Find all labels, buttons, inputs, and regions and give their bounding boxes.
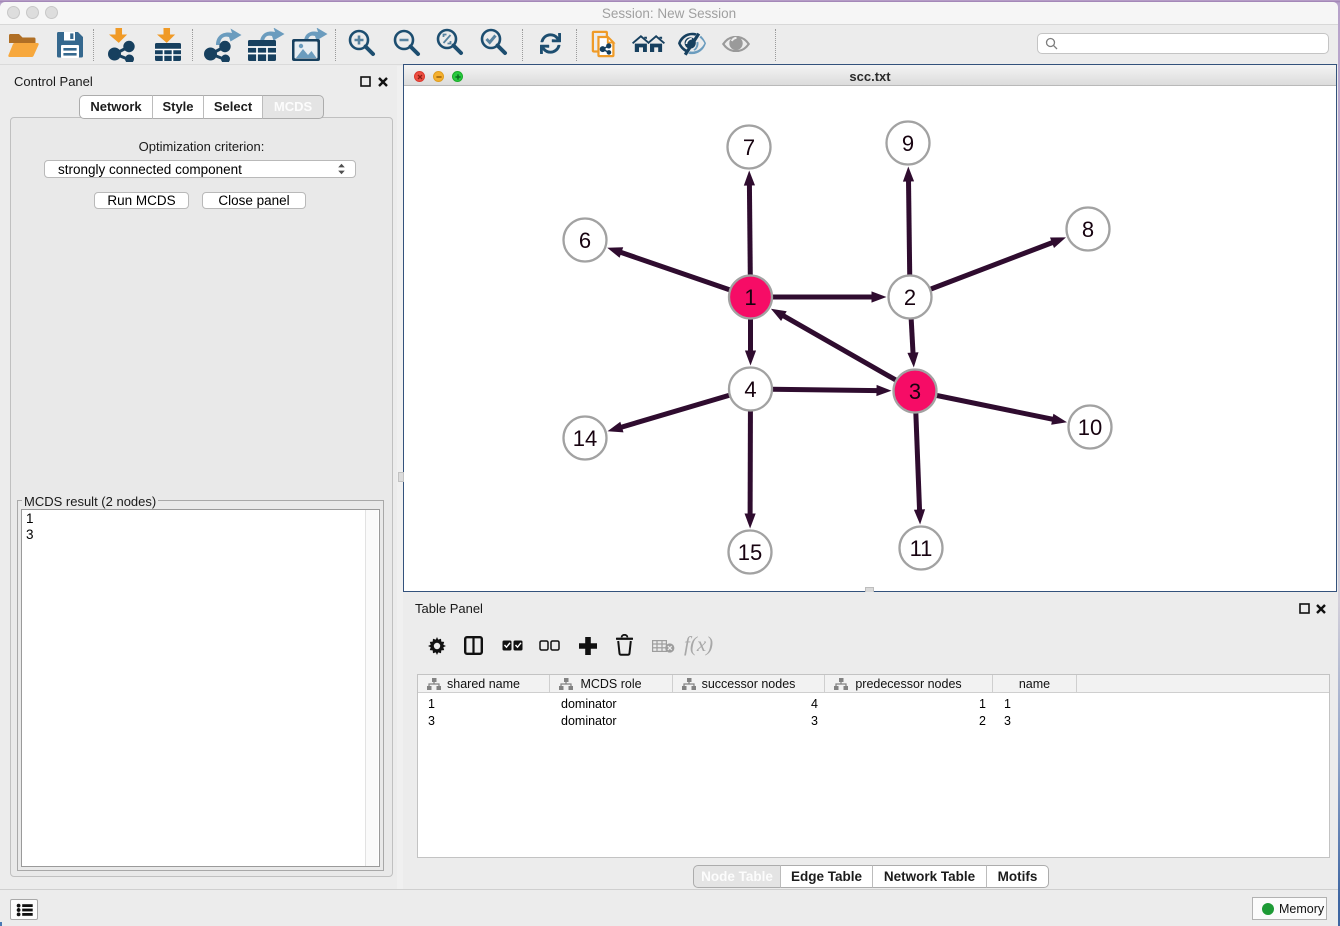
svg-text:10: 10: [1078, 415, 1102, 440]
svg-text:1: 1: [744, 285, 756, 310]
svg-text:8: 8: [1082, 217, 1094, 242]
svg-text:14: 14: [573, 426, 597, 451]
svg-text:9: 9: [902, 131, 914, 156]
svg-text:6: 6: [579, 228, 591, 253]
svg-text:2: 2: [904, 285, 916, 310]
svg-text:3: 3: [909, 379, 921, 404]
svg-text:4: 4: [744, 377, 756, 402]
svg-text:15: 15: [738, 540, 762, 565]
svg-text:11: 11: [910, 536, 933, 561]
svg-text:7: 7: [743, 135, 755, 160]
